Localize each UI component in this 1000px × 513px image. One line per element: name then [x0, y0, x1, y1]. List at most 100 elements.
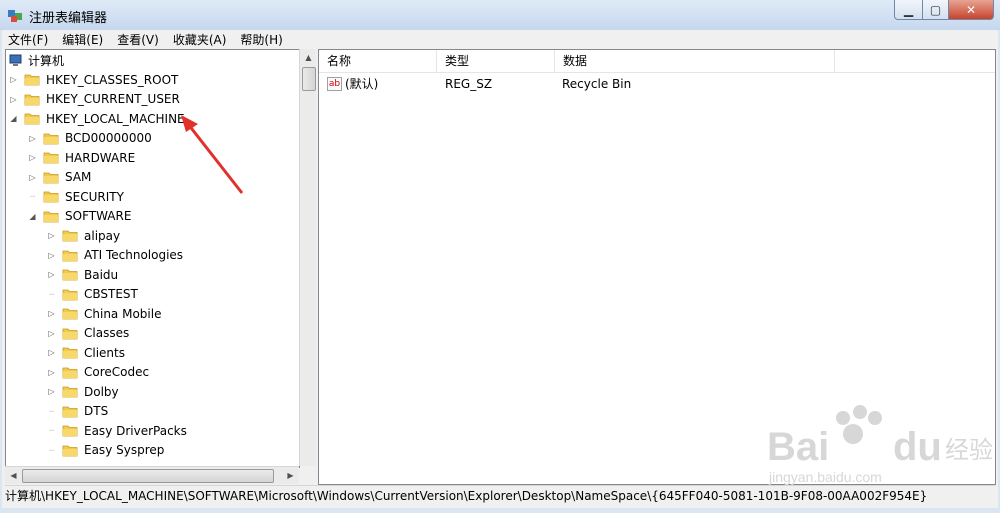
tree-item[interactable]: ┈ CBSTEST: [47, 285, 138, 304]
folder-icon: [62, 385, 78, 398]
column-header-type[interactable]: 类型: [437, 50, 555, 72]
close-button[interactable]: ✕: [949, 0, 994, 20]
scroll-up-icon[interactable]: ▲: [300, 49, 317, 66]
list-header: 名称 类型 数据: [319, 50, 995, 73]
folder-icon: [62, 327, 78, 340]
tree-item[interactable]: ┈ Easy Sysprep: [47, 441, 164, 460]
tree-item[interactable]: ▷ HKEY_CLASSES_ROOT: [9, 70, 178, 89]
regedit-icon: [8, 10, 22, 22]
value-name: (默认): [345, 77, 379, 91]
folder-icon: [62, 249, 78, 262]
menu-favorites[interactable]: 收藏夹(A): [167, 31, 233, 48]
tree-item[interactable]: ▷ HKEY_CURRENT_USER: [9, 90, 180, 109]
tree-item-label: CBSTEST: [84, 287, 138, 301]
window-title: 注册表编辑器: [29, 11, 108, 26]
folder-icon: [43, 210, 59, 223]
column-header-data[interactable]: 数据: [555, 50, 835, 72]
tree-item-label: ATI Technologies: [84, 248, 184, 262]
scroll-left-icon[interactable]: ◀: [5, 467, 22, 484]
folder-icon: [62, 444, 78, 457]
expand-arrow-icon[interactable]: ▷: [47, 348, 56, 357]
expand-arrow-icon[interactable]: ▷: [28, 153, 37, 162]
tree-item-label: HARDWARE: [65, 150, 136, 165]
tree-item[interactable]: ◢ HKEY_LOCAL_MACHINE: [9, 109, 185, 128]
tree-item-label: Easy Sysprep: [84, 443, 165, 457]
collapse-arrow-icon[interactable]: ◢: [28, 212, 37, 221]
folder-icon: [24, 112, 40, 125]
tree-item-label: Classes: [84, 326, 130, 340]
folder-icon: [62, 424, 78, 437]
tree-item-label: BCD00000000: [65, 131, 152, 145]
tree-item[interactable]: ▷ SAM: [28, 168, 91, 187]
tree-vertical-scrollbar[interactable]: ▲: [299, 49, 317, 466]
minimize-icon: ▁: [903, 2, 914, 17]
tree-item-label: Clients: [84, 345, 125, 360]
status-path: 计算机\HKEY_LOCAL_MACHINE\SOFTWARE\Microsof…: [5, 489, 928, 503]
tree-item[interactable]: ▷ BCD00000000: [28, 129, 152, 148]
registry-tree[interactable]: 计算机 ▷ HKEY_CLASSES_ROOT ▷ HKEY_CURRENT_USER…: [5, 49, 300, 468]
expand-arrow-icon[interactable]: ▷: [47, 368, 56, 377]
folder-icon: [43, 151, 59, 164]
expand-arrow-icon[interactable]: ▷: [28, 134, 37, 143]
tree-item-label: Baidu: [84, 267, 119, 282]
tree-line-icon: ┈: [49, 406, 54, 416]
vertical-scroll-thumb[interactable]: [302, 67, 316, 91]
folder-icon: [43, 171, 59, 184]
list-item[interactable]: ab (默认) REG_SZ Recycle Bin: [319, 74, 995, 94]
folder-icon: [62, 288, 78, 301]
tree-root[interactable]: 计算机: [9, 51, 64, 70]
collapse-arrow-icon[interactable]: ◢: [9, 114, 18, 123]
tree-item[interactable]: ┈ DTS: [47, 402, 108, 421]
expand-arrow-icon[interactable]: ▷: [47, 329, 56, 338]
tree-item[interactable]: ◢ SOFTWARE: [28, 207, 131, 226]
tree-item[interactable]: ▷ ATI Technologies: [47, 246, 183, 265]
menu-file[interactable]: 文件(F): [2, 31, 54, 48]
expand-arrow-icon[interactable]: ▷: [47, 270, 56, 279]
tree-item-label: alipay: [84, 228, 121, 243]
menu-help[interactable]: 帮助(H): [234, 31, 288, 48]
folder-icon: [62, 346, 78, 359]
tree-item-label: SAM: [65, 170, 92, 184]
tree-item[interactable]: ▷ Clients: [47, 343, 125, 362]
tree-root-label: 计算机: [28, 54, 65, 68]
expand-arrow-icon[interactable]: ▷: [9, 75, 18, 84]
values-list[interactable]: 名称 类型 数据 ab (默认) REG_SZ Recycle Bin: [318, 49, 996, 485]
tree-item-label: Easy DriverPacks: [84, 423, 187, 438]
expand-arrow-icon[interactable]: ▷: [47, 251, 56, 260]
tree-item-label: HKEY_CLASSES_ROOT: [46, 72, 179, 87]
tree-item[interactable]: ┈ SECURITY: [28, 187, 124, 206]
computer-icon: [9, 54, 22, 66]
minimize-button[interactable]: ▁: [894, 0, 923, 20]
tree-item-label: HKEY_CURRENT_USER: [46, 92, 180, 106]
tree-horizontal-scrollbar[interactable]: ◀ ▶: [5, 466, 299, 484]
title-bar: 注册表编辑器 ▁ ▢ ✕: [0, 0, 1000, 30]
expand-arrow-icon[interactable]: ▷: [28, 173, 37, 182]
tree-item[interactable]: ▷ HARDWARE: [28, 148, 135, 167]
tree-item[interactable]: ▷ Dolby: [47, 382, 118, 401]
expand-arrow-icon[interactable]: ▷: [47, 309, 56, 318]
tree-item-label: SECURITY: [65, 189, 124, 204]
tree-item-label: HKEY_LOCAL_MACHINE: [46, 111, 185, 126]
tree-item[interactable]: ▷ Classes: [47, 324, 129, 343]
folder-icon: [62, 366, 78, 379]
menu-edit[interactable]: 编辑(E): [56, 31, 109, 48]
tree-item[interactable]: ┈ Easy DriverPacks: [47, 421, 187, 440]
tree-item-label: SOFTWARE: [65, 209, 132, 223]
column-header-name[interactable]: 名称: [319, 50, 437, 72]
tree-item[interactable]: ▷ alipay: [47, 226, 120, 245]
maximize-button[interactable]: ▢: [923, 0, 949, 20]
menu-bar: 文件(F) 编辑(E) 查看(V) 收藏夹(A) 帮助(H): [2, 30, 998, 48]
menu-view[interactable]: 查看(V): [111, 31, 165, 48]
scroll-right-icon[interactable]: ▶: [282, 467, 299, 484]
expand-arrow-icon[interactable]: ▷: [9, 95, 18, 104]
tree-item[interactable]: ▷ China Mobile: [47, 304, 161, 323]
tree-item-label: China Mobile: [84, 306, 162, 321]
expand-arrow-icon[interactable]: ▷: [47, 387, 56, 396]
folder-icon: [43, 190, 59, 203]
string-value-icon: ab: [327, 77, 342, 91]
horizontal-scroll-thumb[interactable]: [22, 469, 274, 483]
expand-arrow-icon[interactable]: ▷: [47, 231, 56, 240]
value-type: REG_SZ: [445, 77, 493, 91]
tree-item[interactable]: ▷ CoreCodec: [47, 363, 149, 382]
tree-item[interactable]: ▷ Baidu: [47, 265, 118, 284]
